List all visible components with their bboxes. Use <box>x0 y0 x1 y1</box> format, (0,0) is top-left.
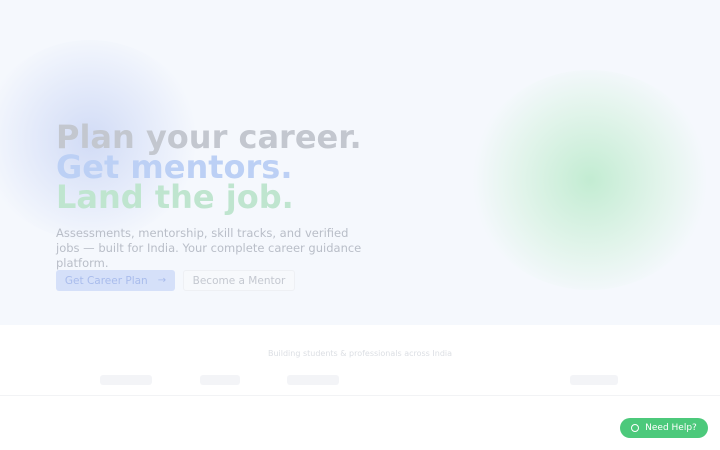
headline-line-3: Land the job. <box>56 178 294 216</box>
hero-subtitle: Assessments, mentorship, skill tracks, a… <box>56 226 362 270</box>
partner-logo-placeholder <box>570 375 618 385</box>
become-a-mentor-button[interactable]: Become a Mentor <box>183 270 295 291</box>
become-a-mentor-label: Become a Mentor <box>192 274 286 287</box>
trust-section: Building students & professionals across… <box>0 325 720 396</box>
get-career-plan-button[interactable]: Get Career Plan → <box>56 270 175 291</box>
partner-logo-placeholder <box>287 375 339 385</box>
partner-logo-placeholder <box>100 375 152 385</box>
arrow-right-icon: → <box>157 275 167 286</box>
get-career-plan-label: Get Career Plan <box>64 274 148 287</box>
partner-logo-placeholder <box>200 375 240 385</box>
need-help-label: Need Help? <box>645 423 697 433</box>
hero-headline: Plan your career. Get mentors. Land the … <box>56 121 362 216</box>
chat-bubble-icon <box>631 424 640 432</box>
trust-text: Building students & professionals across… <box>267 349 453 358</box>
decorative-green-glow <box>470 70 710 290</box>
need-help-button[interactable]: Need Help? <box>620 418 708 438</box>
hero-section: Plan your career. Get mentors. Land the … <box>0 0 720 325</box>
